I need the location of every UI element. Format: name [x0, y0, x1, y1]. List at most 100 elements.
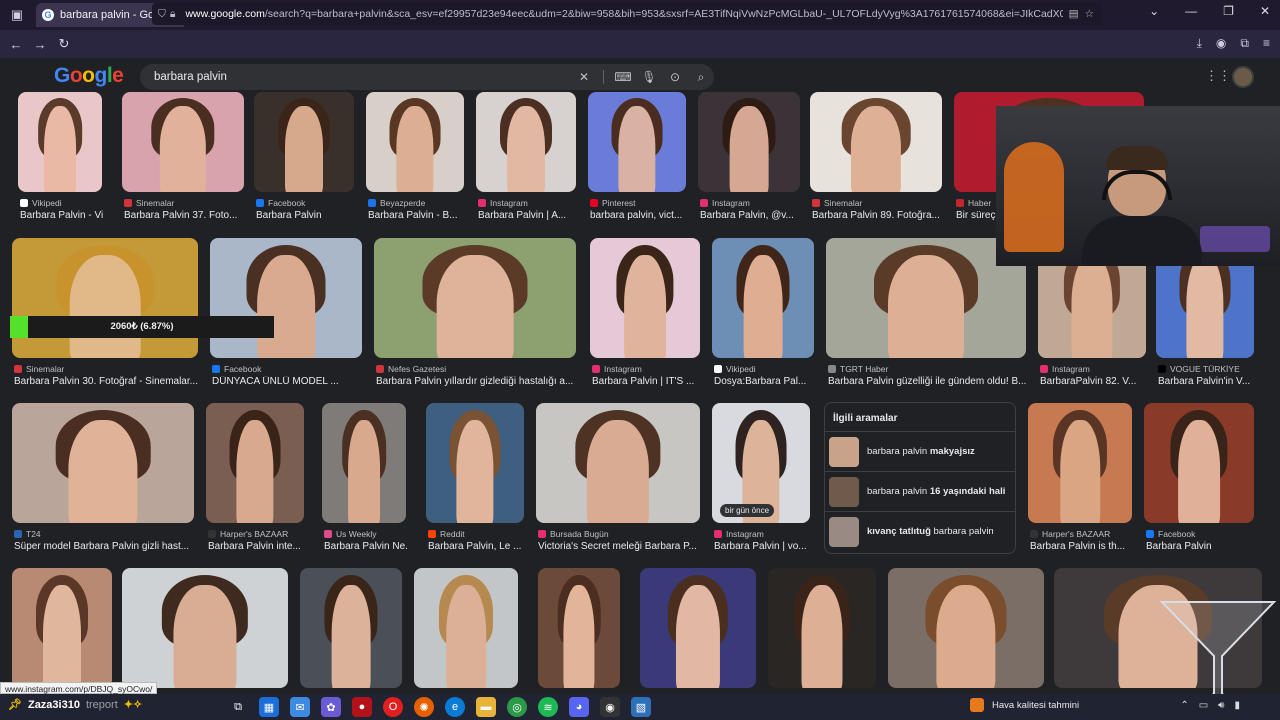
image-result[interactable]: Beyazperde Barbara Palvin - B...: [366, 92, 464, 228]
result-source[interactable]: Instagram: [714, 529, 764, 539]
image-thumbnail[interactable]: [300, 568, 402, 688]
account-icon[interactable]: ◉: [1216, 36, 1226, 51]
image-thumbnail[interactable]: [640, 568, 756, 688]
google-logo[interactable]: Google: [54, 64, 124, 88]
image-thumbnail[interactable]: [698, 92, 800, 192]
keyboard-icon[interactable]: ⌨: [610, 70, 636, 84]
result-source[interactable]: Bursada Bugün: [538, 529, 609, 539]
image-result[interactable]: Sinemalar Barbara Palvin 37. Foto...: [122, 92, 244, 228]
result-source[interactable]: VOGUE TÜRKİYE: [1158, 364, 1240, 374]
image-thumbnail[interactable]: [374, 238, 576, 358]
result-caption[interactable]: Barbara Palvin, Le ...: [428, 541, 526, 552]
back-icon[interactable]: ←: [4, 37, 28, 52]
menu-icon[interactable]: ≡: [1263, 36, 1270, 51]
lens-icon[interactable]: ⊙: [662, 70, 688, 84]
forward-icon[interactable]: →: [28, 37, 52, 52]
store-icon[interactable]: ▦: [259, 697, 279, 717]
related-search-item[interactable]: kıvanç tatlıtuğ barbara palvin: [825, 511, 1015, 551]
lock-icon[interactable]: 🔒︎: [170, 8, 176, 21]
result-caption[interactable]: Barbara Palvin: [1146, 541, 1256, 552]
image-result[interactable]: [12, 568, 112, 688]
result-source[interactable]: Reddit: [428, 529, 465, 539]
image-thumbnail[interactable]: [712, 238, 814, 358]
result-source[interactable]: Facebook: [256, 198, 305, 208]
image-thumbnail[interactable]: [476, 92, 576, 192]
image-thumbnail[interactable]: [12, 568, 112, 688]
image-result[interactable]: [538, 568, 620, 688]
result-caption[interactable]: Barbara Palvin | IT'S ...: [592, 376, 702, 387]
tab-overview-icon[interactable]: ▣: [6, 4, 28, 26]
shield-icon[interactable]: ⛉: [158, 8, 166, 21]
image-result[interactable]: Facebook Barbara Palvin: [1144, 403, 1254, 559]
result-caption[interactable]: Barbara Palvin'in V...: [1158, 376, 1256, 387]
image-thumbnail[interactable]: [414, 568, 518, 688]
image-thumbnail[interactable]: [536, 403, 700, 523]
image-result[interactable]: T24 Süper model Barbara Palvin gizli hast…: [12, 403, 194, 559]
reader-view-icon[interactable]: ▤: [1069, 8, 1079, 20]
result-source[interactable]: Beyazperde: [368, 198, 425, 208]
chevron-down-icon[interactable]: ⌄: [1149, 4, 1159, 18]
result-source[interactable]: Instagram: [592, 364, 642, 374]
image-thumbnail[interactable]: [888, 568, 1044, 688]
search-bar[interactable]: barbara palvin ✕ ⌨ 🎙︎ ⊙ ⌕: [140, 64, 714, 90]
image-thumbnail[interactable]: [590, 238, 700, 358]
result-caption[interactable]: Barbara Palvin 89. Fotoğra...: [812, 210, 944, 221]
image-thumbnail[interactable]: [210, 238, 362, 358]
image-thumbnail[interactable]: [1144, 403, 1254, 523]
reload-icon[interactable]: ↻: [52, 36, 76, 52]
result-caption[interactable]: DÜNYACA ÜNLÜ MODEL ...: [212, 376, 364, 387]
result-caption[interactable]: Barbara Palvin inte...: [208, 541, 306, 552]
image-thumbnail[interactable]: [254, 92, 354, 192]
search-icon[interactable]: ⌕: [688, 70, 714, 85]
search-input[interactable]: barbara palvin: [154, 71, 571, 83]
related-search-item[interactable]: barbara palvin 16 yaşındaki hali: [825, 471, 1015, 511]
result-caption[interactable]: Barbara Palvin Ne...: [324, 541, 408, 552]
result-source[interactable]: Sinemalar: [812, 198, 862, 208]
image-thumbnail[interactable]: [12, 403, 194, 523]
result-source[interactable]: Sinemalar: [124, 198, 174, 208]
result-caption[interactable]: Barbara Palvin | A...: [478, 210, 578, 221]
result-caption[interactable]: Dosya:Barbara Pal...: [714, 376, 816, 387]
image-result[interactable]: [888, 568, 1044, 688]
discord-icon[interactable]: ◕: [569, 697, 589, 717]
result-source[interactable]: Us Weekly: [324, 529, 376, 539]
result-source[interactable]: Nefes Gazetesi: [376, 364, 446, 374]
image-result[interactable]: [414, 568, 518, 688]
image-result[interactable]: [300, 568, 402, 688]
image-result[interactable]: Facebook Barbara Palvin: [254, 92, 354, 228]
edge-icon[interactable]: e: [445, 697, 465, 717]
result-source[interactable]: Vikipedi: [714, 364, 756, 374]
image-result[interactable]: Vikipedi Dosya:Barbara Pal...: [712, 238, 814, 394]
image-result[interactable]: [768, 568, 876, 688]
battery-icon[interactable]: ▮: [1234, 700, 1240, 711]
result-caption[interactable]: Barbara Palvin 37. Foto...: [124, 210, 246, 221]
related-search-item[interactable]: barbara palvin makyajsız: [825, 431, 1015, 471]
result-caption[interactable]: barbara palvin, vict...: [590, 210, 688, 221]
image-thumbnail[interactable]: [322, 403, 406, 523]
image-result[interactable]: Bursada Bugün Victoria's Secret meleği Ba…: [536, 403, 700, 559]
result-caption[interactable]: Barbara Palvin güzelliği ile gündem oldu…: [828, 376, 1028, 387]
task-view-icon[interactable]: ⧉: [228, 697, 248, 717]
result-caption[interactable]: Barbara Palvin | vo...: [714, 541, 812, 552]
result-caption[interactable]: Barbara Palvin is th...: [1030, 541, 1134, 552]
result-caption[interactable]: Barbara Palvin yıllardır gizlediği hasta…: [376, 376, 578, 387]
opera-icon[interactable]: O: [383, 697, 403, 717]
image-thumbnail[interactable]: bir gün önce: [712, 403, 810, 523]
result-caption[interactable]: Süper model Barbara Palvin gizli hast...: [14, 541, 196, 552]
file-explorer-icon[interactable]: ▬: [476, 697, 496, 717]
image-result[interactable]: Instagram Barbara Palvin | IT'S ...: [590, 238, 700, 394]
result-caption[interactable]: Barbara Palvin - Vi...: [20, 210, 104, 221]
image-result[interactable]: Nefes Gazetesi Barbara Palvin yıllardır g…: [374, 238, 576, 394]
image-thumbnail[interactable]: [122, 92, 244, 192]
result-caption[interactable]: Victoria's Secret meleği Barbara P...: [538, 541, 702, 552]
image-result[interactable]: Reddit Barbara Palvin, Le ...: [426, 403, 524, 559]
image-thumbnail[interactable]: [206, 403, 304, 523]
obs-icon[interactable]: ◉: [600, 697, 620, 717]
chrome-icon[interactable]: ◎: [507, 697, 527, 717]
image-result[interactable]: bir gün önce Instagram Barbara Palvin | vo…: [712, 403, 810, 559]
image-thumbnail[interactable]: [810, 92, 942, 192]
result-source[interactable]: Pinterest: [590, 198, 636, 208]
bookmark-star-icon[interactable]: ☆: [1085, 8, 1094, 20]
spotify-icon[interactable]: ≋: [538, 697, 558, 717]
clear-icon[interactable]: ✕: [571, 70, 597, 84]
